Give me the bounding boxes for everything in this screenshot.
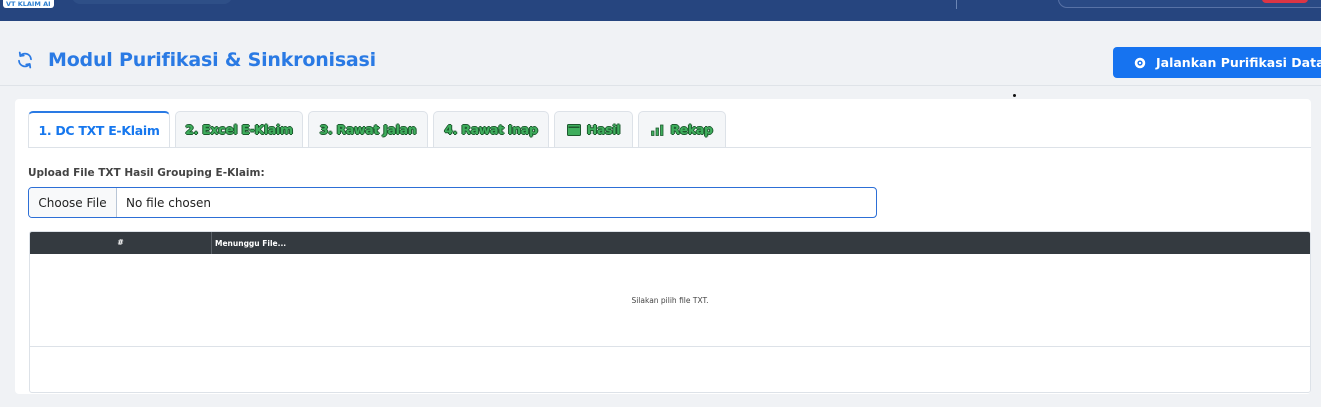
upload-label: Upload File TXT Hasil Grouping E-Klaim: xyxy=(28,167,265,179)
tab-divider xyxy=(28,147,1311,148)
tab-label: 1. DC TXT E-Klaim xyxy=(38,123,160,138)
app-logo[interactable]: VT KLAIM AI xyxy=(3,0,54,8)
page-header: Modul Purifikasi & Sinkronisasi Jalankan… xyxy=(0,40,1321,86)
tab-dc-txt-eklaim[interactable]: 1. DC TXT E-Klaim xyxy=(28,111,170,148)
page-title: Modul Purifikasi & Sinkronisasi xyxy=(48,49,376,71)
table-header: # Menunggu File... xyxy=(30,232,1310,254)
file-status: No file chosen xyxy=(126,195,212,210)
tab-label: 3. Rawat Jalan xyxy=(319,122,417,137)
tab-bar: 1. DC TXT E-Klaim 2. Excel E-Klaim 3. Ra… xyxy=(28,111,726,148)
table-empty-row: Silakan pilih file TXT. xyxy=(30,254,1310,347)
tab-rawat-jalan[interactable]: 3. Rawat Jalan xyxy=(308,111,428,147)
tab-label: 2. Excel E-Klaim xyxy=(185,122,293,137)
logo-text: VT KLAIM xyxy=(6,0,41,8)
notification-badge[interactable] xyxy=(1262,0,1308,3)
content-card: 1. DC TXT E-Klaim 2. Excel E-Klaim 3. Ra… xyxy=(15,99,1311,394)
run-purification-button[interactable]: Jalankan Purifikasi Data xyxy=(1113,47,1321,78)
navbar-divider xyxy=(956,0,957,9)
tab-excel-eklaim[interactable]: 2. Excel E-Klaim xyxy=(175,111,303,147)
tab-label: 4. Rawat Inap xyxy=(444,122,538,137)
tab-label: Hasil xyxy=(586,122,621,137)
tab-label: Rekap xyxy=(670,122,713,137)
empty-message: Silakan pilih file TXT. xyxy=(631,295,709,305)
tab-rekap[interactable]: Rekap xyxy=(638,111,726,147)
column-header-number: # xyxy=(30,232,212,254)
sync-icon xyxy=(18,51,32,69)
cursor-dot xyxy=(1013,94,1016,97)
tab-rawat-inap[interactable]: 4. Rawat Inap xyxy=(433,111,549,147)
file-upload-input[interactable]: Choose File No file chosen xyxy=(28,187,877,218)
choose-file-button[interactable]: Choose File xyxy=(29,188,117,217)
tab-hasil[interactable]: Hasil xyxy=(554,111,633,147)
column-header-file: Menunggu File... xyxy=(215,238,287,248)
bar-chart-icon xyxy=(651,124,664,136)
top-navbar: VT KLAIM AI xyxy=(0,0,1321,21)
logo-wordmark xyxy=(72,0,232,4)
run-button-label: Jalankan Purifikasi Data xyxy=(1156,55,1321,70)
results-table: # Menunggu File... Silakan pilih file TX… xyxy=(29,231,1311,393)
logo-suffix: AI xyxy=(43,0,51,8)
table-icon xyxy=(566,123,581,136)
gear-icon xyxy=(1134,57,1146,68)
